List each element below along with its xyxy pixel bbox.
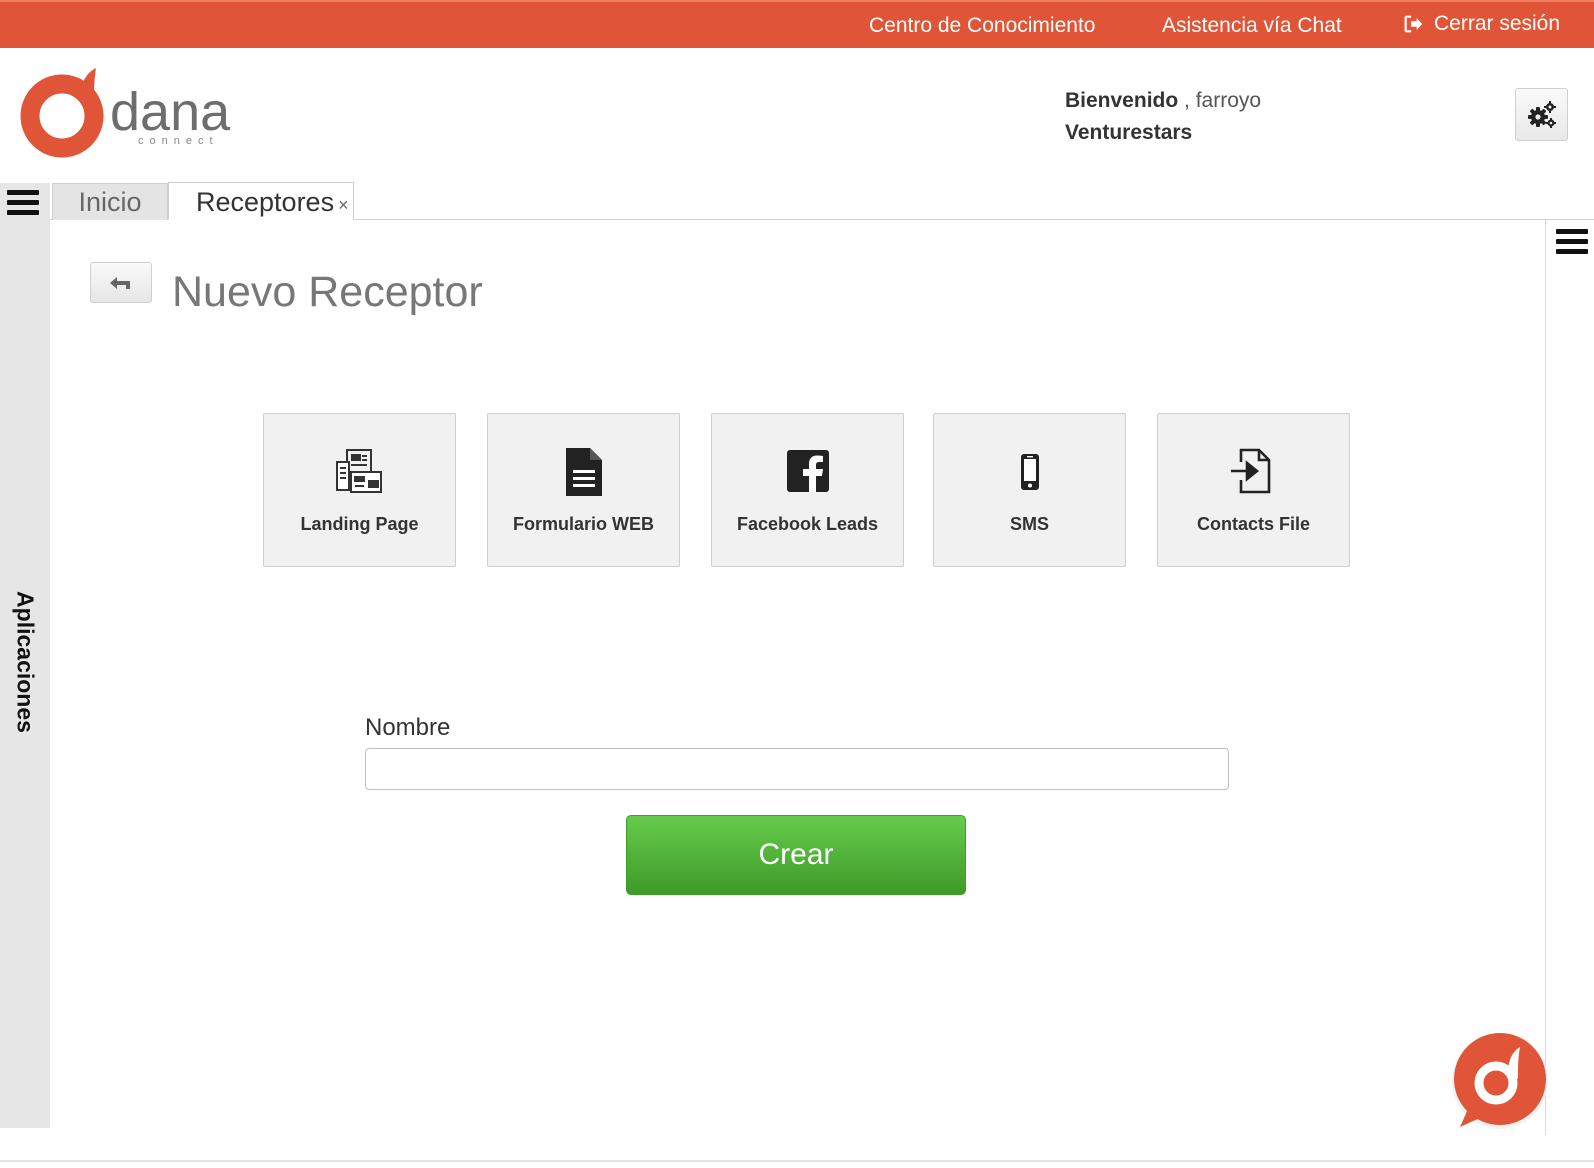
- landing-page-icon: [335, 449, 382, 493]
- card-label: Facebook Leads: [736, 514, 879, 534]
- name-input[interactable]: [365, 748, 1229, 790]
- web-form-card[interactable]: Formulario WEB: [487, 413, 680, 567]
- page-title: Nuevo Receptor: [172, 268, 483, 316]
- top-bar: Centro de Conocimiento Asistencia vía Ch…: [0, 0, 1594, 48]
- logout-label: Cerrar sesión: [1434, 12, 1561, 35]
- card-label: Formulario WEB: [512, 514, 654, 534]
- company-name: Venturestars: [1065, 121, 1193, 144]
- chat-support-link[interactable]: Asistencia vía Chat: [1162, 14, 1342, 38]
- chat-widget-button[interactable]: [1446, 1029, 1554, 1137]
- facebook-leads-card[interactable]: Facebook Leads: [711, 413, 904, 567]
- logo-text: dana: [110, 82, 231, 142]
- logo-subtext: connect: [138, 135, 219, 147]
- tab-close-icon[interactable]: ×: [338, 195, 349, 215]
- facebook-icon: [786, 450, 829, 492]
- landing-page-card[interactable]: Landing Page: [263, 413, 456, 567]
- logout-icon: [1404, 15, 1423, 33]
- logout-link[interactable]: Cerrar sesión: [1402, 12, 1560, 36]
- contacts-file-card[interactable]: Contacts File: [1157, 413, 1350, 567]
- applications-sidebar-label[interactable]: Aplicaciones: [12, 591, 39, 733]
- bottom-border: [0, 1160, 1594, 1162]
- card-label: SMS: [1009, 514, 1049, 534]
- sms-card[interactable]: SMS: [933, 413, 1126, 567]
- right-panel-divider: [1545, 220, 1546, 1135]
- gears-icon: [1527, 100, 1556, 128]
- file-import-icon: [1230, 448, 1270, 494]
- tab-receptores-label: Receptores: [196, 187, 335, 217]
- card-label: Landing Page: [300, 514, 419, 534]
- tab-inicio[interactable]: Inicio: [52, 183, 168, 220]
- menu-toggle-left[interactable]: [7, 190, 39, 216]
- card-label: Contacts File: [1196, 514, 1311, 534]
- dana-logo[interactable]: dana connect: [20, 66, 250, 162]
- back-button[interactable]: [90, 262, 152, 303]
- document-icon: [565, 448, 602, 496]
- back-arrow-icon: [110, 276, 130, 289]
- name-label: Nombre: [365, 714, 451, 741]
- mobile-phone-icon: [1020, 454, 1039, 490]
- welcome-label: Bienvenido: [1065, 89, 1179, 112]
- tab-receptores[interactable]: Receptores ×: [168, 182, 354, 220]
- username: , farroyo: [1184, 89, 1262, 112]
- menu-toggle-right[interactable]: [1556, 229, 1588, 255]
- welcome-block: Bienvenido , farroyo Venturestars: [1065, 85, 1261, 149]
- settings-button[interactable]: [1515, 88, 1568, 141]
- create-button[interactable]: Crear: [626, 815, 966, 895]
- knowledge-center-link[interactable]: Centro de Conocimiento: [869, 14, 1095, 38]
